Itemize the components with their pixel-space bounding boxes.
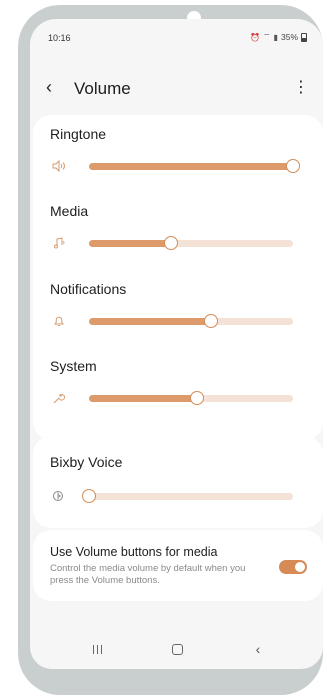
slider-fill [89, 240, 171, 247]
status-bar: 10:16 ⏰ ⌔ ▮ 35% [30, 19, 323, 49]
notifications-slider[interactable] [89, 314, 293, 328]
signal-icon: ▮ [273, 32, 278, 42]
alarm-icon: ⏰ [250, 32, 261, 42]
status-time: 10:16 [48, 33, 71, 43]
notifications-label: Notifications [50, 281, 127, 297]
bixby-icon [52, 490, 68, 504]
app-header: ‹ Volume ⋮ [30, 71, 323, 105]
home-icon [171, 644, 183, 655]
slider-thumb[interactable] [204, 314, 219, 328]
bixby-card: Bixby Voice [33, 436, 323, 528]
bell-icon [52, 315, 68, 329]
wifi-icon: ⌔ [263, 32, 271, 41]
bixby-label: Bixby Voice [50, 454, 123, 470]
battery-percent: 35% [280, 32, 298, 42]
recent-apps-icon [92, 641, 102, 657]
system-slider[interactable] [89, 391, 293, 405]
ringtone-label: Ringtone [50, 126, 107, 142]
bixby-slider[interactable] [82, 489, 293, 503]
battery-icon [301, 32, 307, 42]
volume-card: Ringtone Media Notifications System [33, 115, 323, 440]
slider-thumb[interactable] [286, 159, 300, 173]
slider-track [89, 493, 293, 500]
media-buttons-description: Control the media volume by default when… [50, 563, 246, 586]
slider-fill [89, 395, 198, 402]
media-label: Media [50, 203, 89, 219]
music-note-icon [52, 237, 68, 251]
recent-apps-button[interactable] [87, 641, 107, 657]
slider-thumb[interactable] [190, 391, 205, 405]
media-buttons-card[interactable]: Use Volume buttons for media Control the… [33, 530, 323, 601]
home-button[interactable] [167, 641, 187, 657]
slider-thumb[interactable] [163, 236, 178, 250]
media-buttons-toggle[interactable] [279, 560, 307, 574]
system-label: System [50, 358, 97, 374]
back-button[interactable]: ‹ [248, 641, 268, 657]
chevron-left-icon[interactable]: ‹ [46, 77, 66, 97]
speaker-icon [52, 159, 68, 174]
screen: 10:16 ⏰ ⌔ ▮ 35% ‹ Volume ⋮ Ringtone Medi… [30, 19, 323, 669]
more-vertical-icon[interactable]: ⋮ [293, 79, 309, 97]
slider-thumb[interactable] [82, 489, 96, 503]
slider-fill [89, 163, 293, 170]
navigation-bar: ‹ [30, 629, 323, 669]
ringtone-slider[interactable] [89, 159, 300, 173]
status-icons: ⏰ ⌔ ▮ 35% [250, 32, 307, 42]
media-slider[interactable] [89, 236, 293, 250]
toggle-knob [295, 562, 305, 572]
slider-fill [89, 318, 212, 325]
media-buttons-title: Use Volume buttons for media [50, 545, 218, 559]
wrench-icon [52, 392, 68, 406]
page-title: Volume [74, 79, 131, 98]
back-icon: ‹ [255, 641, 261, 657]
